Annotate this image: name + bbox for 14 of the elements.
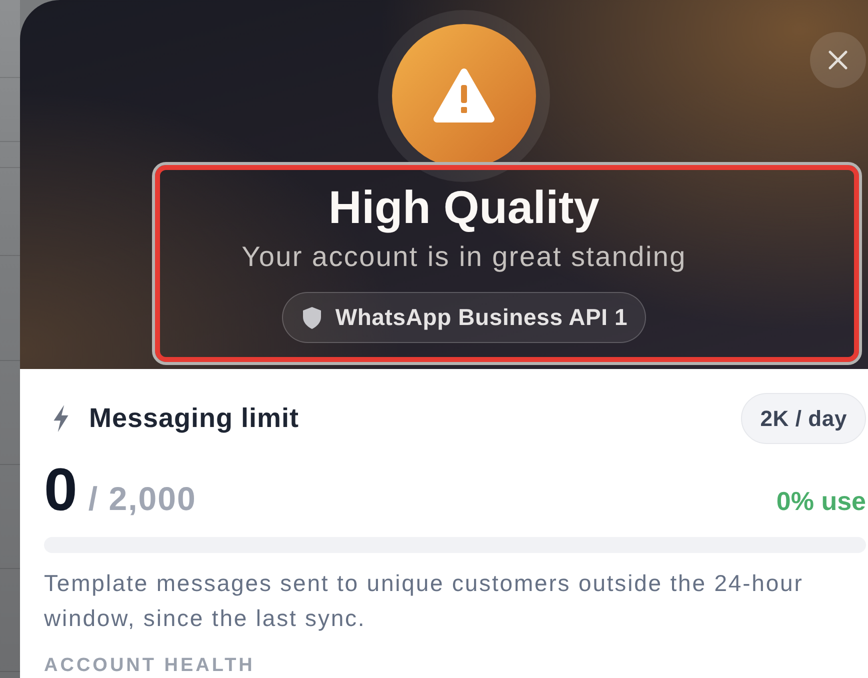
usage-percent: 0% use — [776, 486, 866, 516]
close-icon — [828, 50, 848, 70]
limit-total: / 2,000 — [88, 482, 196, 515]
section-heading: ACCOUNT HEALTH — [44, 656, 256, 675]
rate-badge: 2K / day — [741, 393, 866, 444]
account-name: WhatsApp Business API 1 — [335, 304, 628, 331]
lightning-icon — [52, 405, 70, 432]
section-title: Messaging limit — [89, 403, 300, 434]
quality-subtitle: Your account is in great standing — [242, 240, 686, 274]
shield-icon — [303, 306, 322, 328]
quality-title: High Quality — [328, 182, 600, 233]
limit-description: Template messages sent to unique customers outside the 24-hour window, since the last sync. — [44, 569, 804, 633]
used-count: 0 — [44, 460, 78, 520]
warning-icon — [378, 10, 550, 182]
